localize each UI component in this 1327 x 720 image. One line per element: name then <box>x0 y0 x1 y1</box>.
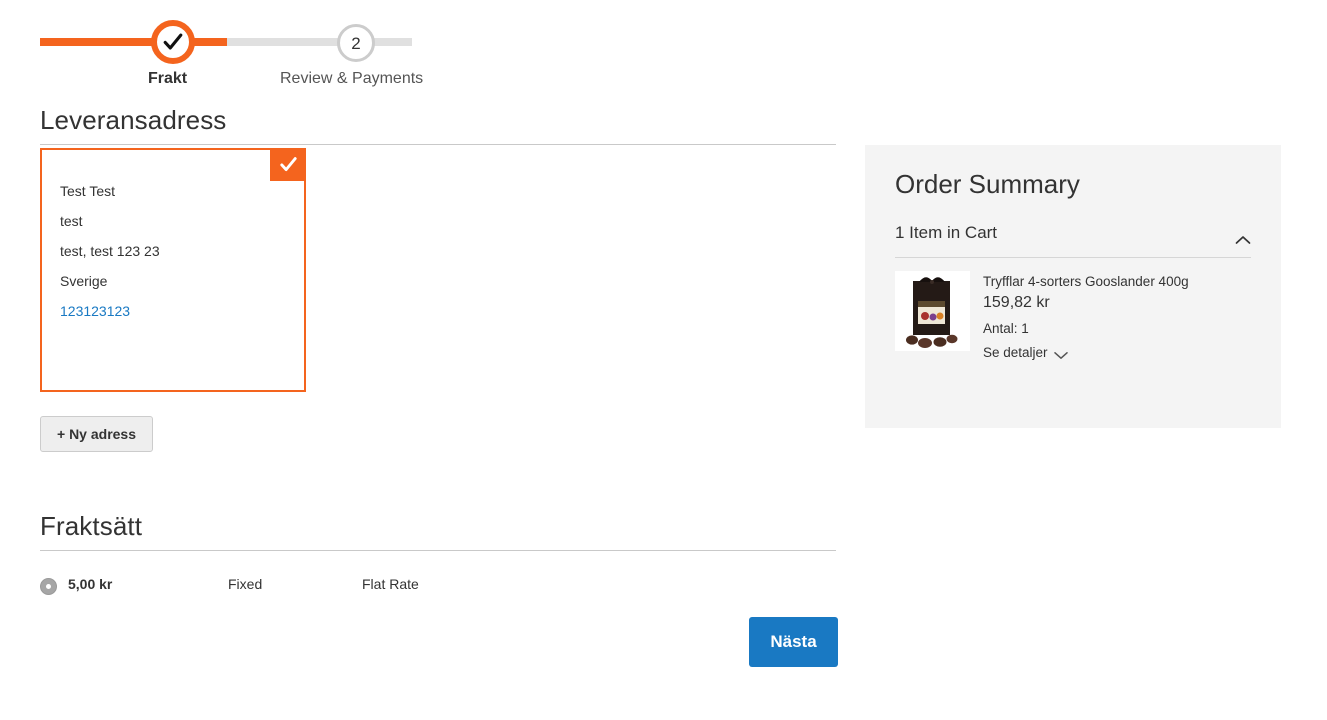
cart-item-price: 159,82 kr <box>983 294 1050 311</box>
cart-items-toggle[interactable]: 1 Item in Cart <box>895 223 1251 255</box>
shipping-methods-title: Fraktsätt <box>40 511 143 541</box>
check-icon <box>162 31 184 53</box>
shipping-address-title: Leveransadress <box>40 105 227 135</box>
address-phone-link[interactable]: 123123123 <box>60 296 160 326</box>
product-thumbnail <box>895 271 970 351</box>
chevron-up-icon <box>1235 232 1251 244</box>
step-1-shipping[interactable] <box>151 20 195 64</box>
checkout-progress-bar: Frakt 2 Review & Payments <box>40 12 460 92</box>
order-summary-divider <box>895 257 1251 258</box>
step-1-label: Frakt <box>148 70 188 87</box>
check-icon <box>279 155 298 174</box>
address-line-street: test, test 123 23 <box>60 243 160 259</box>
step-2-label: Review & Payments <box>280 70 424 87</box>
next-button[interactable]: Nästa <box>749 617 838 667</box>
address-selected-badge <box>270 148 306 181</box>
cart-item-details-label: Se detaljer <box>983 345 1048 360</box>
step-2-review-payments[interactable]: 2 <box>337 24 375 62</box>
cart-item-quantity: Antal: 1 <box>983 321 1029 336</box>
shipping-method-carrier: Fixed <box>228 576 263 592</box>
shipping-method-row[interactable]: 5,00 kr Fixed Flat Rate <box>40 576 836 598</box>
cart-item-name-row: Tryfflar 4-sorters Gooslander 400g 159,8… <box>983 271 1251 313</box>
cart-items-count: 1 Item in Cart <box>895 223 998 242</box>
step-2-number: 2 <box>351 33 361 53</box>
address-line-country: Sverige <box>60 273 108 289</box>
address-card-selected[interactable]: Test Test test test, test 123 23 Sverige… <box>40 148 306 392</box>
shipping-method-radio[interactable] <box>40 578 57 595</box>
address-line-name: Test Test <box>60 183 115 199</box>
new-address-button[interactable]: + Ny adress <box>40 416 153 452</box>
checkout-page: Frakt 2 Review & Payments Leveransadress… <box>0 0 1327 720</box>
chevron-down-icon <box>1053 348 1068 359</box>
address-line-company: test <box>60 213 83 229</box>
shipping-methods-divider <box>40 550 836 551</box>
address-lines: Test Test test test, test 123 23 Sverige… <box>60 176 160 326</box>
radio-dot <box>46 584 51 589</box>
shipping-method-price: 5,00 kr <box>68 576 113 592</box>
order-summary-title: Order Summary <box>895 169 1080 199</box>
shipping-address-divider <box>40 144 836 145</box>
cart-item-name: Tryfflar 4-sorters Gooslander 400g <box>983 274 1189 289</box>
order-summary-panel: Order Summary 1 Item in Cart Tryfflar 4-… <box>865 145 1281 428</box>
cart-item-details-toggle[interactable]: Se detaljer <box>983 345 1068 360</box>
cart-item-body: Tryfflar 4-sorters Gooslander 400g 159,8… <box>983 271 1251 362</box>
shipping-method-name: Flat Rate <box>362 576 419 592</box>
progress-fill <box>40 38 227 46</box>
